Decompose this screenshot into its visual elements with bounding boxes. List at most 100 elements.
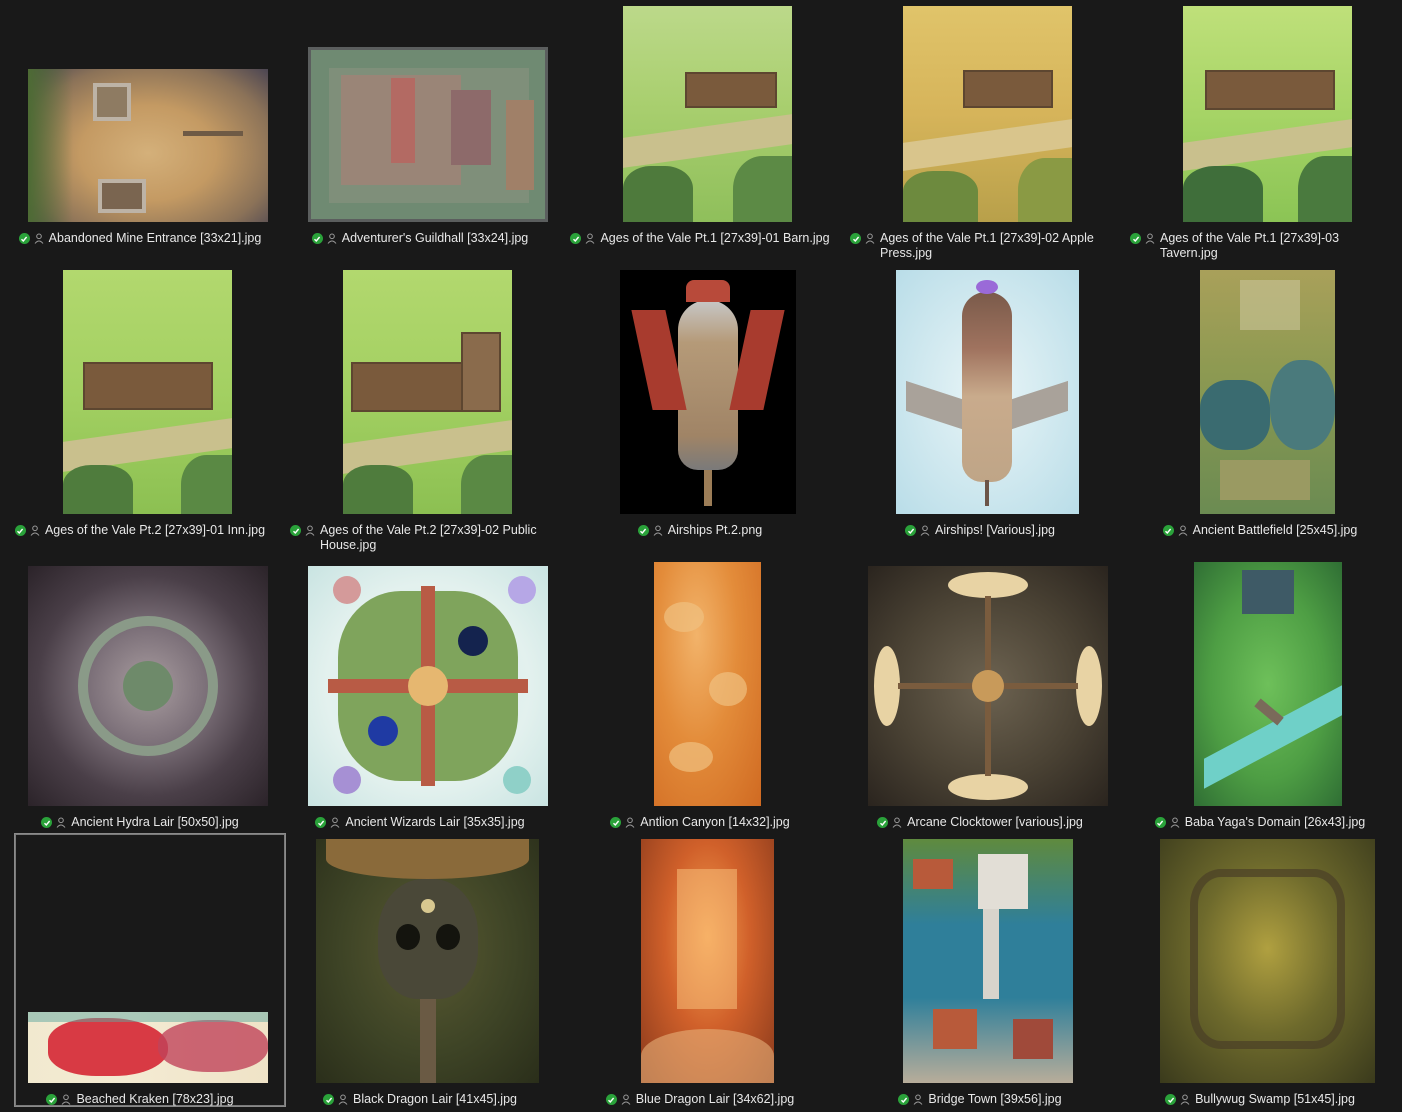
thumbnail-image	[63, 270, 232, 514]
user-icon	[1178, 525, 1188, 536]
thumbnail-image	[28, 69, 268, 222]
user-icon	[327, 233, 337, 244]
thumbnail-image	[28, 1012, 268, 1083]
user-icon	[338, 1094, 348, 1105]
file-item[interactable]: Ancient Hydra Lair [50x50].jpg	[0, 554, 280, 834]
sync-status-icon	[1130, 233, 1141, 244]
sync-status-icon	[311, 233, 323, 244]
file-grid: Abandoned Mine Entrance [33x21].jpg Adve…	[0, 0, 1402, 1112]
file-name: Airships Pt.2.png	[667, 523, 763, 537]
thumbnail-image	[903, 839, 1073, 1083]
thumbnail-image	[1160, 839, 1375, 1083]
sync-status-icon	[1165, 1094, 1177, 1105]
file-name: Adventurer's Guildhall [33x24].jpg	[341, 231, 529, 245]
file-name: Bullywug Swamp [51x45].jpg	[1195, 1092, 1355, 1106]
file-name: Ages of the Vale Pt.1 [27x39]-01 Barn.jp…	[600, 231, 830, 245]
file-item[interactable]: Abandoned Mine Entrance [33x21].jpg	[0, 0, 280, 262]
user-icon	[30, 525, 40, 536]
sync-status-icon	[637, 525, 649, 536]
sync-status-icon	[323, 1094, 334, 1105]
file-name: Arcane Clocktower [various].jpg	[907, 815, 1083, 829]
file-item[interactable]: Arcane Clocktower [various].jpg	[840, 554, 1120, 834]
file-item[interactable]: Baba Yaga's Domain [26x43].jpg	[1120, 554, 1400, 834]
file-name: Antlion Canyon [14x32].jpg	[640, 815, 790, 829]
user-icon	[865, 233, 875, 244]
file-name: Ages of the Vale Pt.2 [27x39]-01 Inn.jpg	[44, 523, 266, 537]
file-item[interactable]: Black Dragon Lair [41x45].jpg	[280, 834, 560, 1112]
file-item[interactable]: Ages of the Vale Pt.1 [27x39]-01 Barn.jp…	[560, 0, 840, 262]
user-icon	[1145, 233, 1155, 244]
file-item[interactable]: Antlion Canyon [14x32].jpg	[560, 554, 840, 834]
file-name: Beached Kraken [78x23].jpg	[76, 1092, 234, 1106]
file-item[interactable]: Ages of the Vale Pt.2 [27x39]-02 Public …	[280, 262, 560, 554]
file-name: Ancient Wizards Lair [35x35].jpg	[345, 815, 525, 829]
thumbnail-image	[308, 47, 548, 222]
thumbnail-image	[28, 566, 268, 806]
file-name: Abandoned Mine Entrance [33x21].jpg	[48, 231, 262, 245]
file-item[interactable]: Bridge Town [39x56].jpg	[840, 834, 1120, 1112]
file-name: Ancient Battlefield [25x45].jpg	[1192, 523, 1358, 537]
file-item[interactable]: Ages of the Vale Pt.2 [27x39]-01 Inn.jpg	[0, 262, 280, 554]
file-item[interactable]: Ages of the Vale Pt.1 [27x39]-02 Apple P…	[840, 0, 1120, 262]
sync-status-icon	[290, 525, 301, 536]
sync-status-icon	[14, 525, 26, 536]
user-icon	[330, 817, 340, 828]
user-icon	[892, 817, 902, 828]
user-icon	[625, 817, 635, 828]
file-name: Baba Yaga's Domain [26x43].jpg	[1184, 815, 1366, 829]
file-name: Bridge Town [39x56].jpg	[928, 1092, 1062, 1106]
user-icon	[305, 525, 315, 536]
sync-status-icon	[41, 817, 53, 828]
file-name: Black Dragon Lair [41x45].jpg	[353, 1092, 517, 1106]
user-icon	[586, 233, 595, 244]
file-name: Ages of the Vale Pt.2 [27x39]-02 Public …	[320, 523, 537, 552]
sync-status-icon	[877, 817, 889, 828]
thumbnail-image	[316, 839, 539, 1083]
file-name: Ages of the Vale Pt.1 [27x39]-02 Apple P…	[880, 231, 1094, 260]
user-icon	[56, 817, 66, 828]
sync-status-icon	[898, 1094, 910, 1105]
user-icon	[653, 525, 663, 536]
sync-status-icon	[850, 233, 861, 244]
thumbnail-image	[623, 6, 792, 222]
thumbnail-image	[654, 562, 761, 806]
file-item[interactable]: Adventurer's Guildhall [33x24].jpg	[280, 0, 560, 262]
thumbnail-image	[903, 6, 1072, 222]
thumbnail-image	[343, 270, 512, 514]
sync-status-icon	[905, 525, 917, 536]
user-icon	[1170, 817, 1180, 828]
file-item[interactable]: Bullywug Swamp [51x45].jpg	[1120, 834, 1400, 1112]
sync-status-icon	[570, 233, 582, 244]
thumbnail-image	[308, 566, 548, 806]
file-name: Ancient Hydra Lair [50x50].jpg	[71, 815, 239, 829]
user-icon	[914, 1094, 923, 1105]
file-item[interactable]: Airships Pt.2.png	[560, 262, 840, 554]
sync-status-icon	[315, 817, 327, 828]
sync-status-icon	[18, 233, 30, 244]
file-item[interactable]: Ages of the Vale Pt.1 [27x39]-03 Tavern.…	[1120, 0, 1400, 262]
user-icon	[62, 1094, 71, 1105]
user-icon	[621, 1094, 631, 1105]
thumbnail-image	[1200, 270, 1335, 514]
file-item[interactable]: Ancient Battlefield [25x45].jpg	[1120, 262, 1400, 554]
sync-status-icon	[605, 1094, 617, 1105]
user-icon	[920, 525, 930, 536]
sync-status-icon	[46, 1094, 58, 1105]
file-name: Blue Dragon Lair [34x62].jpg	[635, 1092, 795, 1106]
thumbnail-image	[868, 566, 1108, 806]
file-item[interactable]: Airships! [Various].jpg	[840, 262, 1120, 554]
thumbnail-image	[1183, 6, 1352, 222]
file-name: Airships! [Various].jpg	[935, 523, 1055, 537]
sync-status-icon	[1162, 525, 1174, 536]
file-name: Ages of the Vale Pt.1 [27x39]-03 Tavern.…	[1160, 231, 1340, 260]
thumbnail-image	[1194, 562, 1342, 806]
thumbnail-image	[641, 839, 774, 1083]
thumbnail-image	[620, 270, 796, 514]
user-icon	[1180, 1094, 1190, 1105]
sync-status-icon	[610, 817, 622, 828]
user-icon	[34, 233, 44, 244]
thumbnail-image	[896, 270, 1079, 514]
file-item-selected[interactable]: Beached Kraken [78x23].jpg	[0, 833, 286, 1112]
file-item[interactable]: Blue Dragon Lair [34x62].jpg	[560, 834, 840, 1112]
file-item[interactable]: Ancient Wizards Lair [35x35].jpg	[280, 554, 560, 834]
